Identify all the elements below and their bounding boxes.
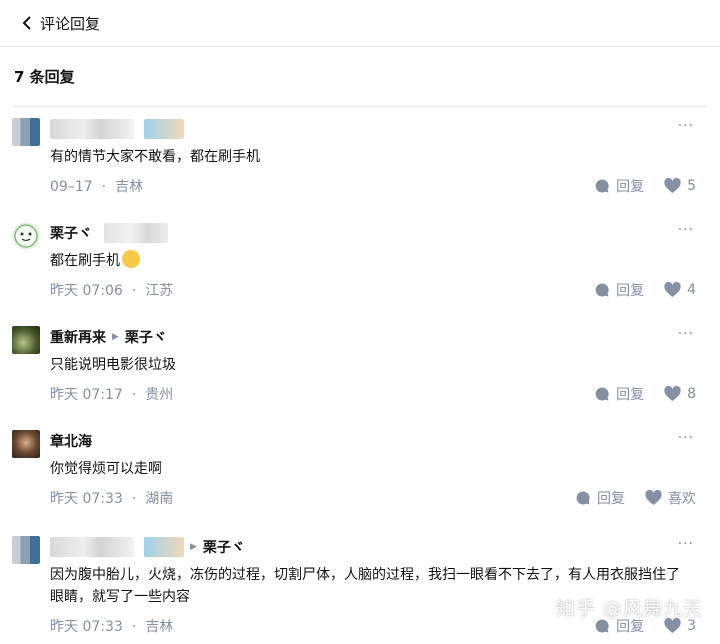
comment-time: 昨天 07:33 [50,619,123,635]
like-count: 5 [687,178,696,194]
more-options-button[interactable]: ··· [678,222,694,238]
comment-actions: 回复 8 [594,384,696,404]
reply-button[interactable]: 回复 [594,280,644,300]
like-button[interactable]: 喜欢 [645,488,696,508]
heart-icon [645,490,662,505]
more-options-button[interactable]: ··· [678,326,694,342]
blurred-badge [104,223,168,243]
heart-icon [664,178,681,193]
back-arrow-icon[interactable] [18,14,36,32]
heart-icon [664,386,681,401]
comment-time: 昨天 07:17 [50,387,123,403]
blurred-username [50,537,134,557]
comment-text: 你觉得烦可以走啊 [50,461,162,477]
comment-text: 都在刷手机 [50,250,690,272]
comment-actions: 回复 4 [594,280,696,300]
header-divider [0,46,720,47]
more-options-button[interactable]: ··· [678,118,694,134]
page-title: 评论回复 [40,14,101,33]
avatar[interactable] [12,118,40,146]
comment-location: 江苏 [145,283,174,299]
author-row [50,118,184,140]
like-button[interactable]: 5 [664,178,696,194]
comment-meta: 昨天 07:06 · 江苏 [50,283,174,299]
reply-button[interactable]: 回复 [575,488,625,508]
reply-arrow-icon: ▶ [190,542,197,552]
comment-location: 吉林 [145,619,174,635]
comment-meta: 09–17 · 吉林 [50,179,144,195]
author-row: 栗子ヾ [50,222,168,244]
comment-time: 昨天 07:06 [50,283,123,299]
comment-text: 有的情节大家不敢看，都在刷手机 [50,149,260,165]
reply-arrow-icon: ▶ [112,332,119,342]
reply-to-name[interactable]: 栗子ヾ [125,327,167,347]
comment-time: 09–17 [50,179,93,195]
chat-bubble-icon [576,491,590,505]
author-row: 章北海 [50,430,92,452]
more-options-button[interactable]: ··· [678,536,694,552]
avatar[interactable] [12,536,40,564]
comment-actions: 回复 5 [594,176,696,196]
comment-time: 昨天 07:33 [50,491,123,507]
like-count: 8 [687,386,696,402]
reply-button[interactable]: 回复 [594,176,644,196]
thinking-emoji-icon [122,250,140,268]
author-row: 重新再来 ▶ 栗子ヾ [50,326,167,348]
author-name[interactable]: 章北海 [50,431,92,451]
avatar[interactable] [12,222,40,250]
comment-meta: 昨天 07:17 · 贵州 [50,387,174,403]
reply-count: 7 条回复 [14,68,75,86]
avatar[interactable] [12,430,40,458]
blurred-badge [144,537,184,557]
like-button[interactable]: 4 [664,282,696,298]
comment-text: 只能说明电影很垃圾 [50,357,176,373]
comment-actions: 回复 喜欢 [575,488,696,508]
comment-meta: 昨天 07:33 · 吉林 [50,619,174,635]
like-count: 4 [687,282,696,298]
chat-bubble-icon [595,387,609,401]
author-row: ▶ 栗子ヾ [50,536,245,558]
reply-button[interactable]: 回复 [594,384,644,404]
count-divider [14,106,706,107]
top-bar: 评论回复 [0,0,720,46]
comment-location: 吉林 [115,179,144,195]
reply-to-name[interactable]: 栗子ヾ [203,537,245,557]
like-button[interactable]: 8 [664,386,696,402]
blurred-username [50,119,134,139]
comment-meta: 昨天 07:33 · 湖南 [50,491,174,507]
author-name[interactable]: 栗子ヾ [50,223,92,243]
comment-location: 贵州 [145,387,174,403]
watermark-text: 知乎 @风舞九天 [556,598,704,620]
chat-bubble-icon [595,179,609,193]
blurred-badge [144,119,184,139]
author-name[interactable]: 重新再来 [50,327,106,347]
more-options-button[interactable]: ··· [678,430,694,446]
heart-icon [664,282,681,297]
chat-bubble-icon [595,283,609,297]
comment-location: 湖南 [145,491,174,507]
like-count: 喜欢 [668,491,696,507]
avatar[interactable] [12,326,40,354]
